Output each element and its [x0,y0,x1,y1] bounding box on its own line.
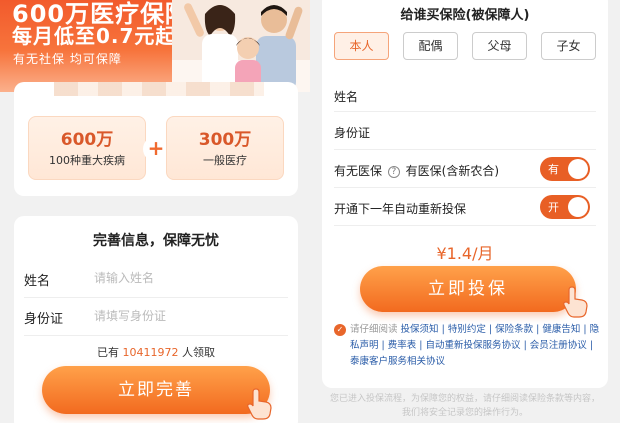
relation-tabs: 本人 配偶 父母 子女 [334,32,596,60]
toggle-knob [568,159,588,179]
name-label: 姓名 [24,274,51,289]
link-rate-table[interactable]: 费率表 [388,340,417,351]
disclaimer-line1: 您已进入投保流程，为保障您的权益，请仔细阅读保险条款等内容， [329,394,600,404]
form-title: 完善信息，保障无忧 [93,233,219,249]
id-label: 身份证 [334,126,371,140]
auto-renew-label: 开通下一年自动重新投保 [334,202,467,216]
tab-children[interactable]: 子女 [541,32,596,60]
link-policy-clauses[interactable]: 保险条款 [495,324,533,335]
claim-suffix: 人领取 [182,346,215,359]
pointing-hand-icon [563,286,588,318]
coverage-amount: 300万 [198,130,252,150]
coverage-desc: 100种重大疾病 [49,154,125,167]
disclaimer-line2: 我们将安全记录您的操作行为。 [401,408,528,418]
tab-parents[interactable]: 父母 [472,32,527,60]
claim-count: 10411972 [122,346,179,359]
claim-count-text: 已有 10411972 人领取 [14,344,298,360]
check-circle-icon[interactable]: ✓ [334,324,346,336]
complete-info-button[interactable]: 立即完善 [42,366,270,414]
question-circle-icon[interactable]: ? [387,166,400,178]
id-row: 身份证 [334,112,596,150]
medical-insurance-label: 有无医保 ? 有医保(含新农合) [334,162,499,179]
id-input[interactable] [94,304,274,328]
toggle-text: 有 [548,163,559,176]
left-landing-panel: 600万医疗保障 每月低至0.7元起 有无社保 均可保障 600万 100种重大… [0,0,310,423]
banner-subtitle: 有无社保 均可保障 [13,52,122,66]
id-input[interactable] [404,120,584,142]
name-label: 姓名 [334,90,359,104]
medical-insurance-toggle[interactable]: 有 [540,157,590,181]
insure-form-card: 给谁买保险(被保障人) 本人 配偶 父母 子女 姓名 身份证 有无医保 ? 有医… [322,0,608,388]
insure-now-button[interactable]: 立即投保 [360,266,576,312]
disclaimer-footer: 您已进入投保流程，为保障您的权益，请仔细阅读保险条款等内容， 我们将安全记录您的… [310,392,620,420]
name-row: 姓名 [334,76,596,112]
id-label: 身份证 [24,312,64,327]
name-input[interactable] [404,84,584,106]
banner-price: 每月低至0.7元起 [12,24,177,48]
link-special-terms[interactable]: 特别约定 [448,324,486,335]
pointing-hand-icon [247,388,272,420]
toggle-knob [568,197,588,217]
link-customer-service-agreement[interactable]: 泰康客户服务相关协议 [350,356,445,367]
blurred-strip [54,82,264,96]
agreement-text: 请仔细阅读 投保须知 | 特别约定 | 保险条款 | 健康告知 | 隐私声明 |… [350,324,600,367]
right-insure-panel: 给谁买保险(被保障人) 本人 配偶 父母 子女 姓名 身份证 有无医保 ? 有医… [310,0,620,423]
coverage-critical-illness: 600万 100种重大疾病 [28,116,146,180]
medical-insurance-row: 有无医保 ? 有医保(含新农合) 有 [334,150,596,188]
link-insure-notice[interactable]: 投保须知 [401,324,439,335]
tab-spouse[interactable]: 配偶 [403,32,458,60]
coverage-desc: 一般医疗 [203,154,247,167]
toggle-text: 开 [548,201,559,214]
auto-renew-row: 开通下一年自动重新投保 开 [334,188,596,226]
info-form-card: 完善信息，保障无忧 姓名 身份证 已有 10411972 人领取 立即完善 [14,216,298,423]
link-member-agreement[interactable]: 会员注册协议 [530,340,587,351]
link-health-notice[interactable]: 健康告知 [542,324,580,335]
name-row: 姓名 [24,260,288,298]
name-input[interactable] [94,266,274,290]
coverage-general-medical: 300万 一般医疗 [166,116,284,180]
coverage-amount: 600万 [60,130,114,150]
agreement-block: ✓ 请仔细阅读 投保须知 | 特别约定 | 保险条款 | 健康告知 | 隐私声明… [334,322,600,370]
coverage-card: 600万 100种重大疾病 + 300万 一般医疗 [14,82,298,196]
monthly-price: ¥1.4/月 [436,244,494,263]
tab-self[interactable]: 本人 [334,32,389,60]
promo-banner: 600万医疗保障 每月低至0.7元起 有无社保 均可保障 [0,0,310,92]
medical-label-suffix: 有医保(含新农合) [405,164,500,178]
insured-person-title: 给谁买保险(被保障人) [400,8,530,23]
claim-prefix: 已有 [97,346,119,359]
agree-prefix: 请仔细阅读 [350,324,398,335]
link-auto-renew-agreement[interactable]: 自动重新投保服务协议 [426,340,521,351]
medical-label-prefix: 有无医保 [334,164,383,178]
family-photo [172,0,310,92]
auto-renew-toggle[interactable]: 开 [540,195,590,219]
id-row: 身份证 [24,298,288,336]
